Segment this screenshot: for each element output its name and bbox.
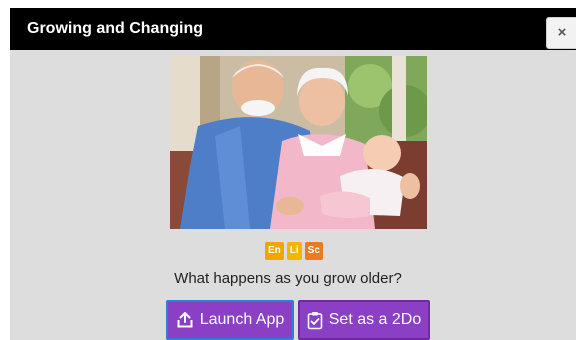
clipboard-check-icon: [307, 311, 323, 330]
app-modal: Growing and Changing × En Li Sc What hap…: [10, 8, 576, 340]
set-2do-button[interactable]: Set as a 2Do: [298, 300, 430, 340]
close-button[interactable]: ×: [546, 17, 576, 49]
launch-app-button[interactable]: Launch App: [166, 300, 294, 340]
subject-badge-english: En: [265, 242, 284, 260]
set-2do-label: Set as a 2Do: [328, 311, 422, 328]
upload-icon: [176, 311, 194, 329]
app-preview-image: [170, 56, 427, 229]
modal-titlebar: Growing and Changing ×: [10, 8, 576, 50]
launch-app-label: Launch App: [199, 311, 285, 328]
modal-title: Growing and Changing: [27, 20, 203, 37]
subject-badge-literacy: Li: [286, 242, 302, 260]
subject-badges: En Li Sc: [265, 242, 323, 260]
close-icon: ×: [557, 24, 567, 41]
app-description: What happens as you grow older?: [174, 270, 402, 287]
subject-badge-science: Sc: [304, 242, 323, 260]
